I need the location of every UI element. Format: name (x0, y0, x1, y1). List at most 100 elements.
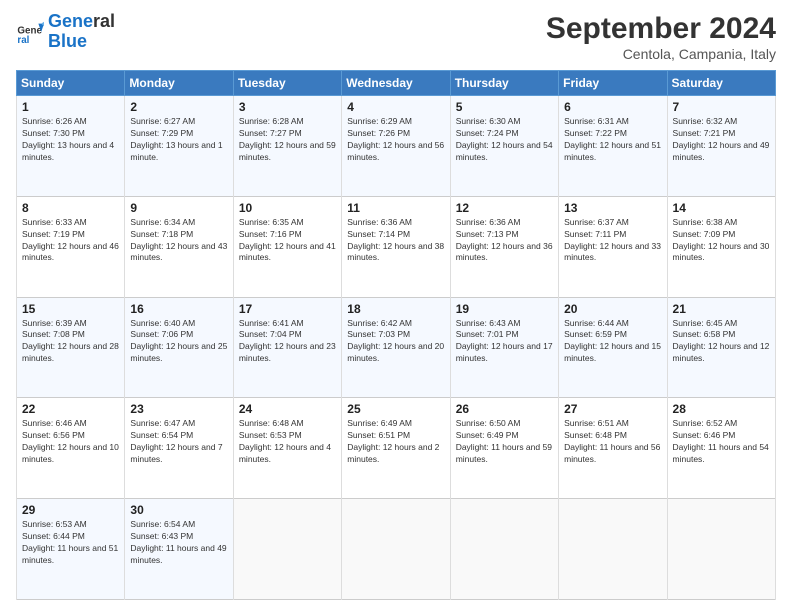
col-sunday: Sunday (17, 71, 125, 96)
col-tuesday: Tuesday (233, 71, 341, 96)
day-info: Sunrise: 6:34 AMSunset: 7:18 PMDaylight:… (130, 217, 227, 265)
calendar-cell (342, 499, 450, 600)
day-info: Sunrise: 6:28 AMSunset: 7:27 PMDaylight:… (239, 116, 336, 164)
day-number: 10 (239, 201, 336, 215)
day-info: Sunrise: 6:46 AMSunset: 6:56 PMDaylight:… (22, 418, 119, 466)
logo-general: General (48, 12, 115, 32)
day-number: 8 (22, 201, 119, 215)
calendar-cell: 30 Sunrise: 6:54 AMSunset: 6:43 PMDaylig… (125, 499, 233, 600)
calendar-cell: 23 Sunrise: 6:47 AMSunset: 6:54 PMDaylig… (125, 398, 233, 499)
day-number: 7 (673, 100, 770, 114)
col-thursday: Thursday (450, 71, 558, 96)
day-number: 2 (130, 100, 227, 114)
day-info: Sunrise: 6:51 AMSunset: 6:48 PMDaylight:… (564, 418, 661, 466)
calendar-cell: 21 Sunrise: 6:45 AMSunset: 6:58 PMDaylig… (667, 297, 775, 398)
logo: Gene ral General Blue (16, 12, 115, 52)
day-number: 15 (22, 302, 119, 316)
calendar-table: Sunday Monday Tuesday Wednesday Thursday… (16, 70, 776, 600)
day-info: Sunrise: 6:35 AMSunset: 7:16 PMDaylight:… (239, 217, 336, 265)
day-info: Sunrise: 6:41 AMSunset: 7:04 PMDaylight:… (239, 318, 336, 366)
day-number: 18 (347, 302, 444, 316)
table-row: 1 Sunrise: 6:26 AMSunset: 7:30 PMDayligh… (17, 96, 776, 197)
calendar-cell: 15 Sunrise: 6:39 AMSunset: 7:08 PMDaylig… (17, 297, 125, 398)
calendar-cell: 27 Sunrise: 6:51 AMSunset: 6:48 PMDaylig… (559, 398, 667, 499)
table-row: 29 Sunrise: 6:53 AMSunset: 6:44 PMDaylig… (17, 499, 776, 600)
calendar-cell: 9 Sunrise: 6:34 AMSunset: 7:18 PMDayligh… (125, 196, 233, 297)
page-title: September 2024 (546, 12, 776, 46)
day-info: Sunrise: 6:49 AMSunset: 6:51 PMDaylight:… (347, 418, 444, 466)
day-number: 17 (239, 302, 336, 316)
day-info: Sunrise: 6:50 AMSunset: 6:49 PMDaylight:… (456, 418, 553, 466)
calendar-cell: 25 Sunrise: 6:49 AMSunset: 6:51 PMDaylig… (342, 398, 450, 499)
day-info: Sunrise: 6:40 AMSunset: 7:06 PMDaylight:… (130, 318, 227, 366)
day-number: 26 (456, 402, 553, 416)
page-subtitle: Centola, Campania, Italy (546, 46, 776, 62)
table-row: 8 Sunrise: 6:33 AMSunset: 7:19 PMDayligh… (17, 196, 776, 297)
header-row: Sunday Monday Tuesday Wednesday Thursday… (17, 71, 776, 96)
day-number: 16 (130, 302, 227, 316)
col-friday: Friday (559, 71, 667, 96)
day-info: Sunrise: 6:36 AMSunset: 7:13 PMDaylight:… (456, 217, 553, 265)
day-number: 9 (130, 201, 227, 215)
calendar-cell (667, 499, 775, 600)
day-number: 28 (673, 402, 770, 416)
day-info: Sunrise: 6:52 AMSunset: 6:46 PMDaylight:… (673, 418, 770, 466)
table-row: 22 Sunrise: 6:46 AMSunset: 6:56 PMDaylig… (17, 398, 776, 499)
day-info: Sunrise: 6:53 AMSunset: 6:44 PMDaylight:… (22, 519, 119, 567)
day-number: 19 (456, 302, 553, 316)
calendar-cell: 29 Sunrise: 6:53 AMSunset: 6:44 PMDaylig… (17, 499, 125, 600)
calendar-cell (233, 499, 341, 600)
calendar-cell (450, 499, 558, 600)
day-info: Sunrise: 6:54 AMSunset: 6:43 PMDaylight:… (130, 519, 227, 567)
day-info: Sunrise: 6:27 AMSunset: 7:29 PMDaylight:… (130, 116, 227, 164)
day-info: Sunrise: 6:39 AMSunset: 7:08 PMDaylight:… (22, 318, 119, 366)
day-number: 3 (239, 100, 336, 114)
day-number: 29 (22, 503, 119, 517)
day-number: 23 (130, 402, 227, 416)
day-info: Sunrise: 6:26 AMSunset: 7:30 PMDaylight:… (22, 116, 119, 164)
day-number: 6 (564, 100, 661, 114)
day-info: Sunrise: 6:32 AMSunset: 7:21 PMDaylight:… (673, 116, 770, 164)
day-info: Sunrise: 6:30 AMSunset: 7:24 PMDaylight:… (456, 116, 553, 164)
calendar-cell: 19 Sunrise: 6:43 AMSunset: 7:01 PMDaylig… (450, 297, 558, 398)
day-info: Sunrise: 6:44 AMSunset: 6:59 PMDaylight:… (564, 318, 661, 366)
day-info: Sunrise: 6:43 AMSunset: 7:01 PMDaylight:… (456, 318, 553, 366)
col-saturday: Saturday (667, 71, 775, 96)
day-info: Sunrise: 6:29 AMSunset: 7:26 PMDaylight:… (347, 116, 444, 164)
day-number: 21 (673, 302, 770, 316)
day-info: Sunrise: 6:31 AMSunset: 7:22 PMDaylight:… (564, 116, 661, 164)
day-number: 27 (564, 402, 661, 416)
day-number: 24 (239, 402, 336, 416)
calendar-cell: 26 Sunrise: 6:50 AMSunset: 6:49 PMDaylig… (450, 398, 558, 499)
calendar-cell: 10 Sunrise: 6:35 AMSunset: 7:16 PMDaylig… (233, 196, 341, 297)
day-number: 11 (347, 201, 444, 215)
calendar-cell: 5 Sunrise: 6:30 AMSunset: 7:24 PMDayligh… (450, 96, 558, 197)
calendar-cell: 1 Sunrise: 6:26 AMSunset: 7:30 PMDayligh… (17, 96, 125, 197)
calendar-cell: 17 Sunrise: 6:41 AMSunset: 7:04 PMDaylig… (233, 297, 341, 398)
day-info: Sunrise: 6:47 AMSunset: 6:54 PMDaylight:… (130, 418, 227, 466)
day-number: 4 (347, 100, 444, 114)
day-number: 30 (130, 503, 227, 517)
table-row: 15 Sunrise: 6:39 AMSunset: 7:08 PMDaylig… (17, 297, 776, 398)
day-number: 22 (22, 402, 119, 416)
calendar-cell: 3 Sunrise: 6:28 AMSunset: 7:27 PMDayligh… (233, 96, 341, 197)
day-info: Sunrise: 6:33 AMSunset: 7:19 PMDaylight:… (22, 217, 119, 265)
logo-icon: Gene ral (16, 18, 44, 46)
day-number: 13 (564, 201, 661, 215)
day-number: 20 (564, 302, 661, 316)
calendar-cell: 11 Sunrise: 6:36 AMSunset: 7:14 PMDaylig… (342, 196, 450, 297)
calendar-cell: 22 Sunrise: 6:46 AMSunset: 6:56 PMDaylig… (17, 398, 125, 499)
day-number: 14 (673, 201, 770, 215)
day-info: Sunrise: 6:42 AMSunset: 7:03 PMDaylight:… (347, 318, 444, 366)
day-info: Sunrise: 6:45 AMSunset: 6:58 PMDaylight:… (673, 318, 770, 366)
calendar-cell: 20 Sunrise: 6:44 AMSunset: 6:59 PMDaylig… (559, 297, 667, 398)
day-number: 1 (22, 100, 119, 114)
calendar-cell (559, 499, 667, 600)
day-number: 25 (347, 402, 444, 416)
svg-text:ral: ral (17, 35, 29, 46)
day-info: Sunrise: 6:37 AMSunset: 7:11 PMDaylight:… (564, 217, 661, 265)
day-info: Sunrise: 6:36 AMSunset: 7:14 PMDaylight:… (347, 217, 444, 265)
calendar-cell: 24 Sunrise: 6:48 AMSunset: 6:53 PMDaylig… (233, 398, 341, 499)
col-wednesday: Wednesday (342, 71, 450, 96)
col-monday: Monday (125, 71, 233, 96)
